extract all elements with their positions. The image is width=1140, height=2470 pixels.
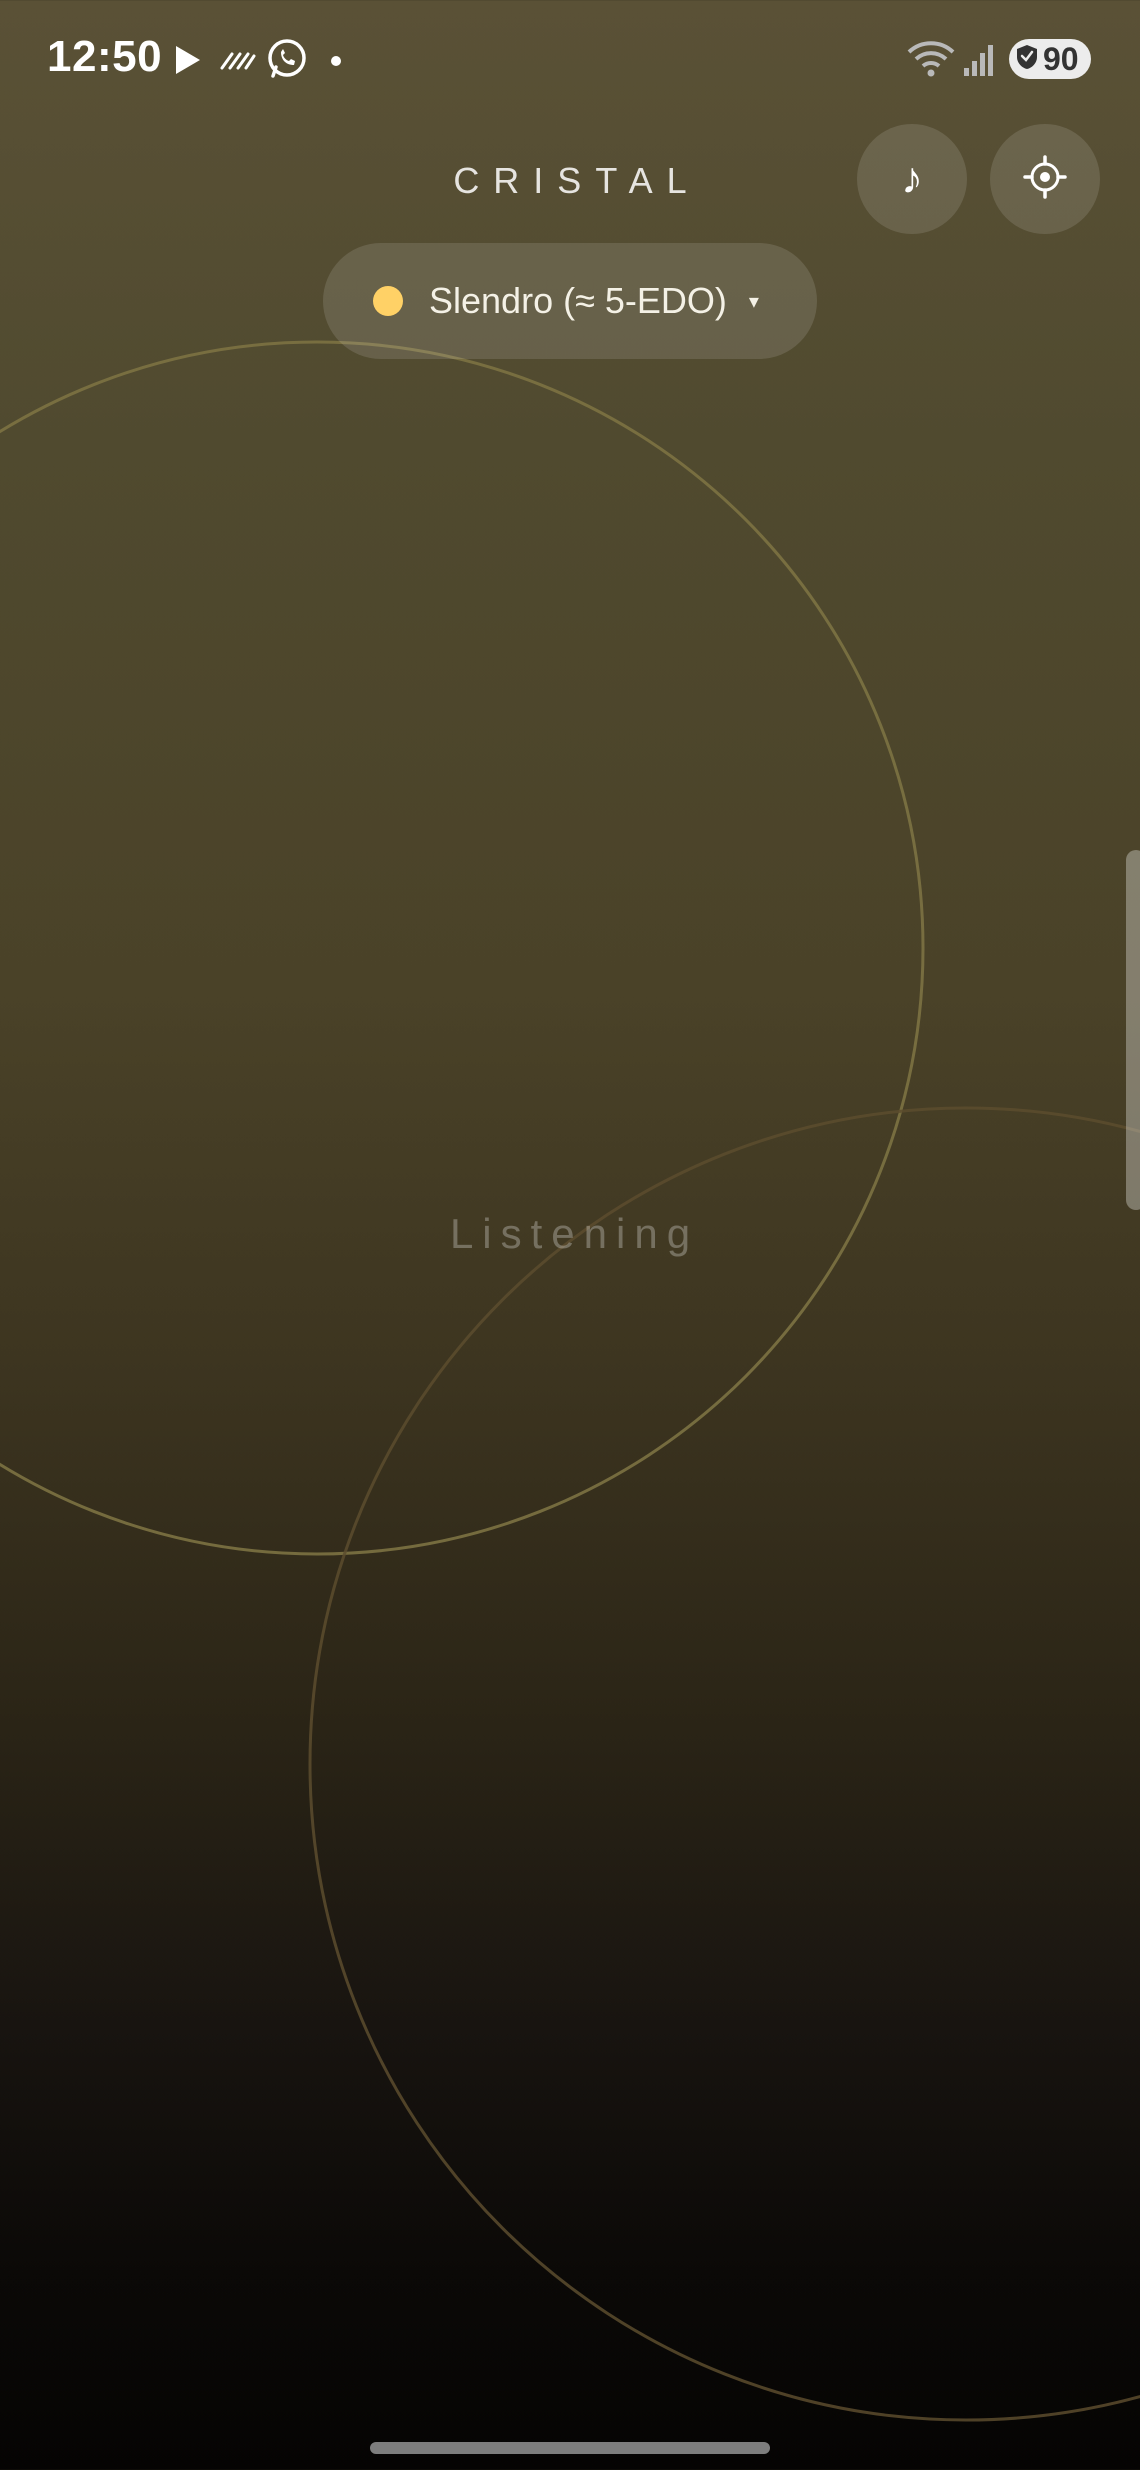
- scale-color-dot: [373, 286, 403, 316]
- battery-icon: [1015, 43, 1039, 76]
- wifi-icon: [906, 40, 956, 83]
- listening-status: Listening: [449, 1210, 700, 1257]
- home-indicator[interactable]: [370, 2442, 770, 2454]
- settings-button[interactable]: [990, 124, 1100, 234]
- pitch-ring-large: [0, 340, 925, 1556]
- pitch-ring-secondary: [308, 1106, 1140, 2422]
- scale-label: Slendro (≈ 5-EDO): [429, 280, 727, 321]
- side-panel-handle[interactable]: [1126, 850, 1140, 1210]
- status-time: 12:50: [47, 32, 163, 81]
- music-button[interactable]: ♪: [857, 124, 967, 234]
- music-note-icon: ♪: [901, 154, 923, 203]
- gear-icon: [1023, 154, 1067, 204]
- battery-level: 90: [1043, 40, 1079, 77]
- data-saver-icon: [220, 48, 256, 77]
- notification-dot-icon: [330, 54, 342, 72]
- app-title: CRISTAL: [453, 160, 701, 201]
- chevron-down-icon: ▾: [748, 290, 759, 313]
- play-icon: [174, 44, 202, 81]
- whatsapp-icon: [266, 38, 308, 85]
- scale-selector[interactable]: Slendro (≈ 5-EDO) ▾: [323, 243, 817, 359]
- cellular-signal-icon: [962, 42, 998, 83]
- battery-indicator: 90: [1009, 39, 1091, 79]
